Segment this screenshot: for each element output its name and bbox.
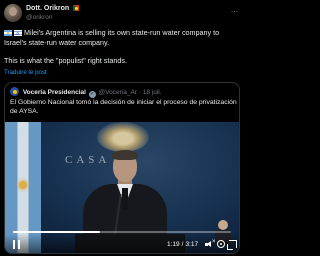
- israel-flag-icon: [14, 29, 22, 39]
- author-handle[interactable]: @orikron: [26, 14, 52, 21]
- post-text-line-2: This is what the "populist" right stands…: [4, 56, 127, 65]
- quoted-post-text: El Gobierno Nacional tomó la decisión de…: [10, 99, 237, 115]
- quoted-author-avatar: [10, 87, 19, 96]
- time-separator: /: [181, 241, 184, 248]
- settings-icon[interactable]: [217, 240, 225, 248]
- current-time: 1:19: [167, 241, 180, 248]
- verified-badge-icon: ✓: [88, 91, 96, 98]
- fullscreen-icon[interactable]: [227, 240, 237, 250]
- quoted-post-card[interactable]: Vocería Presidencial ✓ @Voceria_Ar · 18 …: [4, 82, 240, 254]
- translate-post-link[interactable]: Traduire le post: [4, 69, 47, 76]
- video-progress-bar[interactable]: [13, 231, 231, 233]
- video-player[interactable]: CASA 1:19/3:17 ×: [5, 122, 239, 253]
- quoted-author-name: Vocería Presidencial: [22, 89, 86, 96]
- quoted-date: 18 juil.: [142, 89, 162, 96]
- video-controls: 1:19/3:17 ×: [5, 234, 239, 253]
- author-name[interactable]: Dott. Orikron: [26, 5, 69, 12]
- argentina-flag-icon: [4, 30, 12, 36]
- total-time: 3:17: [185, 241, 199, 248]
- video-progress-fill: [13, 231, 101, 233]
- post-text-paragraph-1: Milei's Argentina is selling its own sta…: [4, 28, 240, 47]
- quoted-separator: ·: [138, 89, 141, 96]
- video-time: 1:19/3:17: [167, 241, 198, 248]
- national-seal: [97, 122, 149, 152]
- author-name-row[interactable]: Dott. Orikron: [26, 5, 80, 12]
- quoted-author-handle: @Voceria_Ar: [98, 89, 137, 96]
- muted-x-icon: ×: [212, 239, 216, 245]
- author-avatar[interactable]: [4, 4, 22, 22]
- portugal-flag-icon: [73, 5, 80, 11]
- pause-icon[interactable]: [13, 240, 20, 249]
- post-header: Dott. Orikron @orikron ···: [4, 4, 240, 26]
- more-horizontal-icon[interactable]: ···: [231, 6, 239, 16]
- quoted-post-header: Vocería Presidencial ✓ @Voceria_Ar · 18 …: [10, 87, 162, 98]
- post-text-line-1: Milei's Argentina is selling its own sta…: [4, 28, 220, 47]
- post-text: Milei's Argentina is selling its own sta…: [4, 28, 240, 66]
